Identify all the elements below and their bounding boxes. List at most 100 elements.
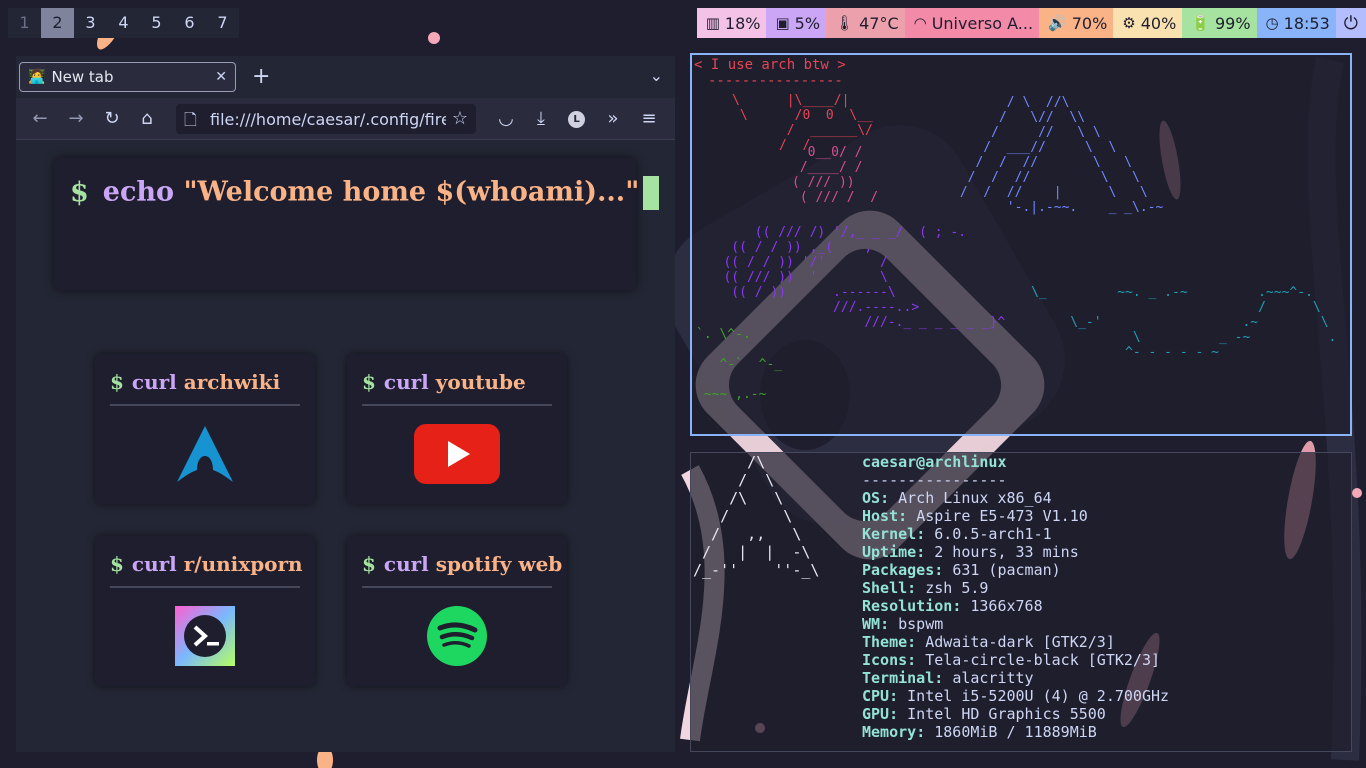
link-label: $ curl spotify web — [362, 552, 562, 588]
link-label: $ curl archwiki — [110, 370, 300, 406]
document-icon: 🗋 — [184, 110, 197, 129]
echo-argument: "Welcome home $(whoami)..." — [183, 176, 640, 208]
ascii-art-green: `. \^-. ^-` ^-_ ~~~ ,.-~ — [696, 327, 783, 402]
tab-title: New tab — [51, 68, 114, 86]
brightness-module[interactable]: ⚙ 40% — [1113, 8, 1183, 38]
workspace-1[interactable]: 1 — [8, 8, 41, 38]
power-button[interactable]: ⏻ — [1335, 8, 1366, 38]
clock-value: 18:53 — [1283, 13, 1330, 33]
ram-value: 18% — [724, 13, 761, 33]
clock-module[interactable]: ◷ 18:53 — [1256, 8, 1336, 38]
ascii-art-teal: \_ ~~. _ .-~ .~~~^-. / \ \_-' .~ \ \ _ -… — [1031, 285, 1337, 360]
chevron-down-icon[interactable]: ⌄ — [650, 66, 663, 85]
prompt-sign: $ — [70, 176, 89, 208]
speech-bubble-rule: ---------------- — [708, 73, 843, 89]
youtube-icon — [414, 424, 500, 484]
info-row-gpu: GPU: Intel HD Graphics 5500 — [862, 705, 1106, 723]
speech-bubble-text: < I use arch btw > — [694, 57, 846, 73]
info-row-packages: Packages: 631 (pacman) — [862, 561, 1061, 579]
info-row-os: OS: Arch Linux x86_64 — [862, 489, 1052, 507]
workspace-2[interactable]: 2 — [41, 8, 74, 38]
neofetch-terminal[interactable]: /\ / \ /\ \ / \ / ,, \ / | | -\ /_-'' ''… — [690, 452, 1352, 752]
welcome-line: $ echo "Welcome home $(whoami)..." — [70, 176, 660, 210]
bookmark-star-icon[interactable]: ☆ — [452, 108, 468, 129]
info-separator: ---------------- — [862, 471, 1007, 489]
info-row-memory: Memory: 1860MiB / 11889MiB — [862, 723, 1097, 741]
firefox-window: 🧑‍💻 New tab ✕ + ⌄ ← → ↻ ⌂ 🗋 file:///home… — [16, 56, 675, 752]
battery-icon: 🔋 — [1191, 14, 1210, 32]
battery-value: 99% — [1214, 13, 1251, 33]
temperature-value: 47°C — [859, 13, 899, 33]
echo-command: echo — [102, 176, 175, 208]
brightness-icon: ⚙ — [1122, 14, 1136, 32]
memory-icon: ▥ — [705, 14, 720, 32]
link-label: $ curl youtube — [362, 370, 552, 406]
new-tab-button[interactable]: + — [252, 65, 270, 89]
info-row-kernel: Kernel: 6.0.5-arch1-1 — [862, 525, 1052, 543]
ram-module[interactable]: ▥ 18% — [696, 8, 767, 38]
thermometer-icon: 🌡 — [835, 14, 855, 32]
link-label: $ curl r/unixporn — [110, 552, 303, 588]
profile-avatar[interactable]: L — [568, 111, 585, 128]
wifi-icon: ◠ — [913, 14, 927, 32]
startpage: $ echo "Welcome home $(whoami)..." $ curl … — [16, 140, 675, 752]
cursor-block — [643, 176, 660, 210]
power-icon: ⏻ — [1343, 12, 1358, 34]
link-card-spotify[interactable]: $ curl spotify web — [347, 536, 567, 686]
hamburger-menu-icon[interactable]: ≡ — [637, 107, 661, 131]
terminal-icon — [175, 606, 235, 666]
technologist-icon: 🧑‍💻 — [28, 69, 46, 85]
temperature-module[interactable]: 🌡 47°C — [826, 8, 905, 38]
info-row-icons: Icons: Tela-circle-black [GTK2/3] — [862, 651, 1161, 669]
volume-module[interactable]: 🔊 70% — [1039, 8, 1114, 38]
back-arrow-icon[interactable]: ← — [28, 107, 52, 131]
workspace-4[interactable]: 4 — [107, 8, 140, 38]
ascii-art-red: \ |\____/| \ /0 0 \__ / ______\/ / / — [732, 93, 873, 153]
workspace-5[interactable]: 5 — [140, 8, 173, 38]
wallpaper-dot — [428, 32, 440, 44]
volume-value: 70% — [1071, 13, 1108, 33]
cpu-module[interactable]: ▣ 5% — [766, 8, 827, 38]
info-row-host: Host: Aspire E5-473 V1.10 — [862, 507, 1088, 525]
navigation-toolbar: ← → ↻ ⌂ 🗋 file:///home/caesar/.config/fi… — [16, 98, 675, 140]
arch-ascii-logo: /\ / \ /\ \ / \ / ,, \ / | | -\ /_-'' ''… — [693, 453, 820, 579]
download-icon[interactable]: ⤓ — [529, 107, 553, 131]
ascii-art-purple: (( /// /) '/,_ _ _/ ( ; -. (( / / )) ,_(… — [723, 225, 1006, 330]
battery-module[interactable]: 🔋 99% — [1182, 8, 1257, 38]
info-row-terminal: Terminal: alacritty — [862, 669, 1034, 687]
cowsay-terminal[interactable]: < I use arch btw > ---------------- \ |\… — [690, 53, 1352, 436]
overflow-chevrons-icon[interactable]: » — [601, 107, 625, 131]
spotify-icon — [427, 606, 487, 666]
info-row-shell: Shell: zsh 5.9 — [862, 579, 989, 597]
url-bar[interactable]: 🗋 file:///home/caesar/.config/firefox/st… — [176, 104, 476, 134]
close-tab-icon[interactable]: ✕ — [215, 69, 227, 85]
url-text[interactable]: file:///home/caesar/.config/firefox/star… — [210, 110, 446, 129]
info-row-cpu: CPU: Intel i5-5200U (4) @ 2.700GHz — [862, 687, 1170, 705]
info-row-uptime: Uptime: 2 hours, 33 mins — [862, 543, 1079, 561]
info-row-resolution: Resolution: 1366x768 — [862, 597, 1043, 615]
cpu-icon: ▣ — [775, 14, 790, 32]
workspace-3[interactable]: 3 — [74, 8, 107, 38]
home-icon[interactable]: ⌂ — [135, 107, 159, 131]
wallpaper-dot — [1352, 488, 1362, 498]
clock-icon: ◷ — [1265, 14, 1279, 32]
workspace-7[interactable]: 7 — [206, 8, 239, 38]
wifi-module[interactable]: ◠ Universo A... — [904, 8, 1040, 38]
workspace-6[interactable]: 6 — [173, 8, 206, 38]
cpu-value: 5% — [794, 13, 821, 33]
link-card-youtube[interactable]: $ curl youtube — [347, 354, 567, 504]
workspace-switcher: 1 2 3 4 5 6 7 — [8, 8, 239, 38]
ascii-art-blue: / \ //\ / \// \\ / // \ \ / ___// \ \ / … — [959, 95, 1164, 215]
volume-icon: 🔊 — [1048, 14, 1067, 32]
reload-icon[interactable]: ↻ — [100, 107, 124, 131]
pocket-icon[interactable]: ◡ — [494, 107, 518, 131]
link-card-unixporn[interactable]: $ curl r/unixporn — [95, 536, 315, 686]
brightness-value: 40% — [1140, 13, 1177, 33]
welcome-terminal: $ echo "Welcome home $(whoami)..." — [54, 158, 660, 290]
tab-new-tab[interactable]: 🧑‍💻 New tab ✕ — [19, 62, 236, 92]
forward-arrow-icon[interactable]: → — [64, 107, 88, 131]
wifi-value: Universo A... — [931, 13, 1034, 33]
info-row-theme: Theme: Adwaita-dark [GTK2/3] — [862, 633, 1115, 651]
arch-icon — [177, 426, 233, 482]
link-card-archwiki[interactable]: $ curl archwiki — [95, 354, 315, 504]
